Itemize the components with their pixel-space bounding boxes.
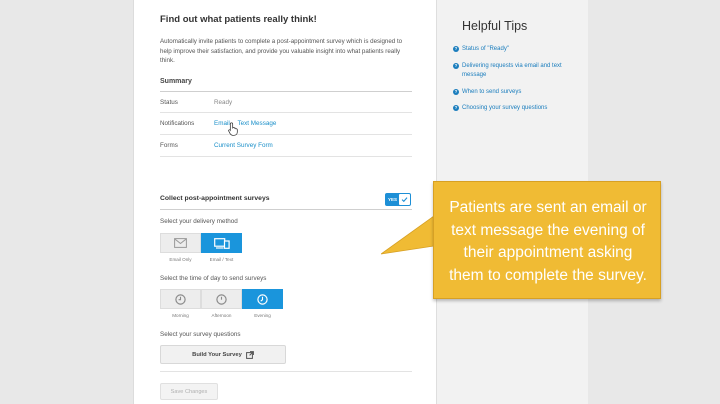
build-survey-button[interactable]: Build Your Survey — [160, 345, 286, 364]
notifications-label: Notifications — [160, 120, 195, 127]
divider — [160, 156, 412, 157]
question-icon: ? — [453, 63, 459, 69]
toggle-label: YES — [388, 197, 398, 202]
callout-box: Patients are sent an email or text messa… — [433, 181, 661, 299]
external-link-icon — [245, 350, 254, 359]
callout-line: text message the evening of — [451, 221, 645, 239]
time-of-day-options — [160, 289, 283, 309]
delivery-option-email-text[interactable] — [201, 233, 242, 253]
option-label: Afternoon — [211, 313, 232, 318]
current-survey-form-link[interactable]: Current Survey Form — [214, 142, 273, 149]
clock-icon — [216, 293, 227, 305]
envelope-icon — [174, 238, 187, 248]
time-option-labels: Morning Afternoon Evening — [160, 313, 283, 318]
divider — [160, 371, 412, 372]
collect-surveys-label: Collect post-appointment surveys — [160, 195, 270, 202]
clock-icon — [257, 293, 268, 305]
tip-link[interactable]: ? Choosing your survey questions — [453, 104, 583, 113]
clock-icon — [175, 293, 186, 305]
save-changes-button[interactable]: Save Changes — [160, 383, 218, 400]
time-option-afternoon[interactable] — [201, 289, 242, 309]
divider — [160, 134, 412, 135]
devices-icon — [213, 237, 230, 249]
callout-line: their appointment asking — [463, 244, 633, 261]
option-label: Email Only — [169, 257, 192, 262]
callout-line: them to complete the survey. — [449, 266, 647, 284]
build-survey-label: Build Your Survey — [192, 351, 242, 358]
callout-pointer — [381, 216, 434, 255]
tip-link[interactable]: ? Status of "Ready" — [453, 45, 583, 54]
option-label: Evening — [254, 313, 271, 318]
tip-label: When to send surveys — [462, 89, 522, 95]
status-value: Ready — [214, 99, 233, 106]
question-icon: ? — [453, 89, 459, 95]
survey-settings: Find out what patients really think! Aut… — [160, 0, 412, 404]
forms-label: Forms — [160, 142, 178, 149]
page-intro: Automatically invite patients to complet… — [160, 38, 403, 65]
survey-questions-question: Select your survey questions — [160, 331, 241, 338]
divider — [160, 91, 412, 92]
delivery-option-email-only[interactable] — [160, 233, 201, 253]
callout-text: Patients are sent an email or text messa… — [434, 197, 662, 287]
notifications-value: Email Text Message — [214, 120, 276, 127]
question-icon: ? — [453, 105, 459, 111]
time-option-evening[interactable] — [242, 289, 283, 309]
option-label: Morning — [172, 313, 189, 318]
divider — [160, 112, 412, 113]
check-icon — [399, 194, 410, 205]
time-option-morning[interactable] — [160, 289, 201, 309]
callout-line: Patients are sent an email or — [449, 199, 647, 216]
tip-link[interactable]: ? Delivering requests via email and text… — [453, 62, 583, 79]
tip-label: Status of "Ready" — [462, 46, 509, 52]
tip-label: Delivering requests via email and text m… — [462, 63, 562, 78]
page-title: Find out what patients really think! — [160, 14, 317, 25]
text-message-link[interactable]: Text Message — [238, 120, 277, 127]
delivery-method-options — [160, 233, 242, 253]
mouse-cursor-icon — [228, 122, 238, 136]
summary-heading: Summary — [160, 78, 192, 85]
divider — [160, 209, 412, 210]
status-label: Status — [160, 99, 178, 106]
time-of-day-question: Select the time of day to send surveys — [160, 275, 267, 282]
option-label: Email / Text — [209, 257, 234, 262]
collect-surveys-toggle[interactable]: YES — [385, 193, 411, 206]
delivery-method-question: Select your delivery method — [160, 218, 238, 225]
question-icon: ? — [453, 46, 459, 52]
tip-link[interactable]: ? When to send surveys — [453, 88, 583, 97]
delivery-option-labels: Email Only Email / Text — [160, 257, 242, 262]
tip-label: Choosing your survey questions — [462, 105, 548, 111]
tips-title: Helpful Tips — [462, 19, 528, 33]
